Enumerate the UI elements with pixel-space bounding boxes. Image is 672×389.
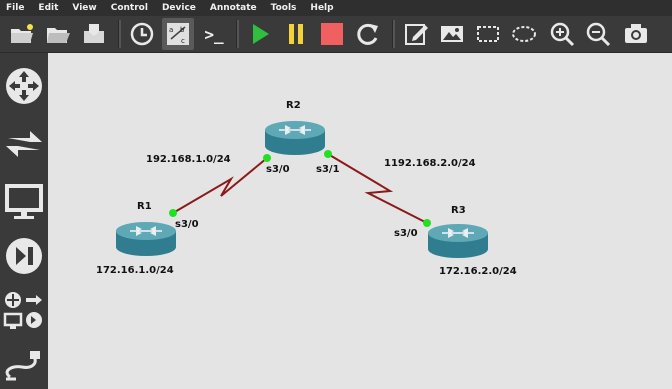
draw-ellipse-button[interactable] — [508, 18, 540, 50]
zoom-out-icon — [586, 22, 611, 47]
switch-type-icon — [6, 131, 42, 157]
open-project-button[interactable] — [42, 18, 74, 50]
draw-rectangle-button[interactable] — [472, 18, 504, 50]
new-project-button[interactable] — [6, 18, 38, 50]
menu-device[interactable]: Device — [156, 0, 204, 16]
ellipse-icon — [512, 26, 536, 42]
rectangle-icon — [477, 26, 499, 42]
console-prompt-icon: >_ — [204, 24, 224, 44]
menu-bar: File Edit View Control Device Annotate T… — [0, 0, 672, 16]
network-label-r3-lan: 172.16.2.0/24 — [439, 266, 517, 277]
edit-note-icon — [405, 24, 428, 45]
save-project-button[interactable] — [78, 18, 110, 50]
stop-icon — [321, 23, 343, 45]
suspend-all-button[interactable] — [280, 18, 312, 50]
console-all-button[interactable]: >_ — [198, 18, 230, 50]
save-folder-icon — [84, 24, 104, 43]
port-dot-r1-s3-0 — [169, 209, 177, 217]
toolbar-separator — [392, 20, 395, 48]
zoom-in-button[interactable] — [546, 18, 578, 50]
router-label-r3: R3 — [451, 205, 466, 216]
reload-all-button[interactable] — [352, 18, 384, 50]
svg-text:a: a — [169, 26, 173, 34]
picture-icon — [441, 26, 463, 42]
monitor-icon — [5, 184, 43, 219]
stop-all-button[interactable] — [316, 18, 348, 50]
menu-tools[interactable]: Tools — [265, 0, 305, 16]
router-r2[interactable] — [264, 120, 326, 156]
port-dot-r3-s3-0 — [423, 219, 431, 227]
menu-help[interactable]: Help — [304, 0, 341, 16]
toolbar-separator — [118, 20, 121, 48]
show-interface-labels-button[interactable]: a c b — [162, 18, 194, 50]
menu-edit[interactable]: Edit — [32, 0, 66, 16]
cable-icon — [5, 351, 40, 381]
all-devices-icon — [3, 292, 42, 329]
network-label-r2-r3: 1192.168.2.0/24 — [384, 158, 476, 169]
router-r3[interactable] — [427, 223, 489, 259]
interface-label-r2-s3-0: s3/0 — [266, 164, 290, 175]
router-label-r1: R1 — [137, 201, 152, 212]
screenshot-button[interactable] — [620, 18, 652, 50]
add-note-button[interactable] — [400, 18, 432, 50]
reload-icon — [357, 23, 378, 45]
svg-text:b: b — [180, 26, 185, 34]
clock-icon — [130, 22, 154, 46]
menu-annotate[interactable]: Annotate — [204, 0, 265, 16]
pause-icon — [289, 24, 303, 44]
port-dot-r2-s3-1 — [324, 150, 332, 158]
new-folder-icon — [11, 24, 33, 43]
toolbar-separator — [236, 20, 239, 48]
zoom-out-button[interactable] — [582, 18, 614, 50]
interface-label-r1-s3-0: s3/0 — [175, 219, 199, 230]
router-label-r2: R2 — [286, 100, 301, 111]
svg-text:c: c — [181, 37, 185, 45]
add-link-button[interactable] — [2, 343, 46, 389]
browse-routers-button[interactable] — [2, 61, 46, 111]
network-label-r1-r2: 192.168.1.0/24 — [146, 154, 231, 165]
interface-labels-icon: a c b — [167, 23, 189, 45]
toolbar: a c b >_ — [0, 16, 672, 53]
interface-label-r3-s3-0: s3/0 — [394, 228, 418, 239]
menu-view[interactable]: View — [66, 0, 104, 16]
play-pause-circle-icon — [6, 238, 42, 274]
browse-switches-button[interactable] — [2, 119, 46, 169]
open-folder-icon — [47, 28, 70, 43]
zoom-in-icon — [550, 22, 575, 47]
interface-label-r2-s3-1: s3/1 — [316, 164, 340, 175]
menu-control[interactable]: Control — [105, 0, 156, 16]
menu-file[interactable]: File — [0, 0, 32, 16]
device-type-sidebar — [0, 53, 48, 389]
camera-icon — [625, 24, 647, 43]
topology-canvas[interactable]: R2 R1 R3 192.168.1.0/24 1192.168.2.0/24 … — [48, 53, 672, 389]
play-icon — [253, 24, 269, 44]
link-r1-r2[interactable] — [172, 157, 268, 214]
snapshot-button[interactable] — [126, 18, 158, 50]
insert-picture-button[interactable] — [436, 18, 468, 50]
start-all-button[interactable] — [244, 18, 276, 50]
browse-end-devices-button[interactable] — [2, 177, 46, 227]
browse-all-devices-button[interactable] — [2, 287, 46, 337]
network-label-r1-lan: 172.16.1.0/24 — [96, 265, 174, 276]
router-type-icon — [6, 68, 42, 104]
router-r1[interactable] — [115, 221, 177, 257]
topology-links-layer — [115, 120, 489, 259]
port-dot-r2-s3-0 — [263, 154, 271, 162]
browse-security-devices-button[interactable] — [2, 231, 46, 281]
